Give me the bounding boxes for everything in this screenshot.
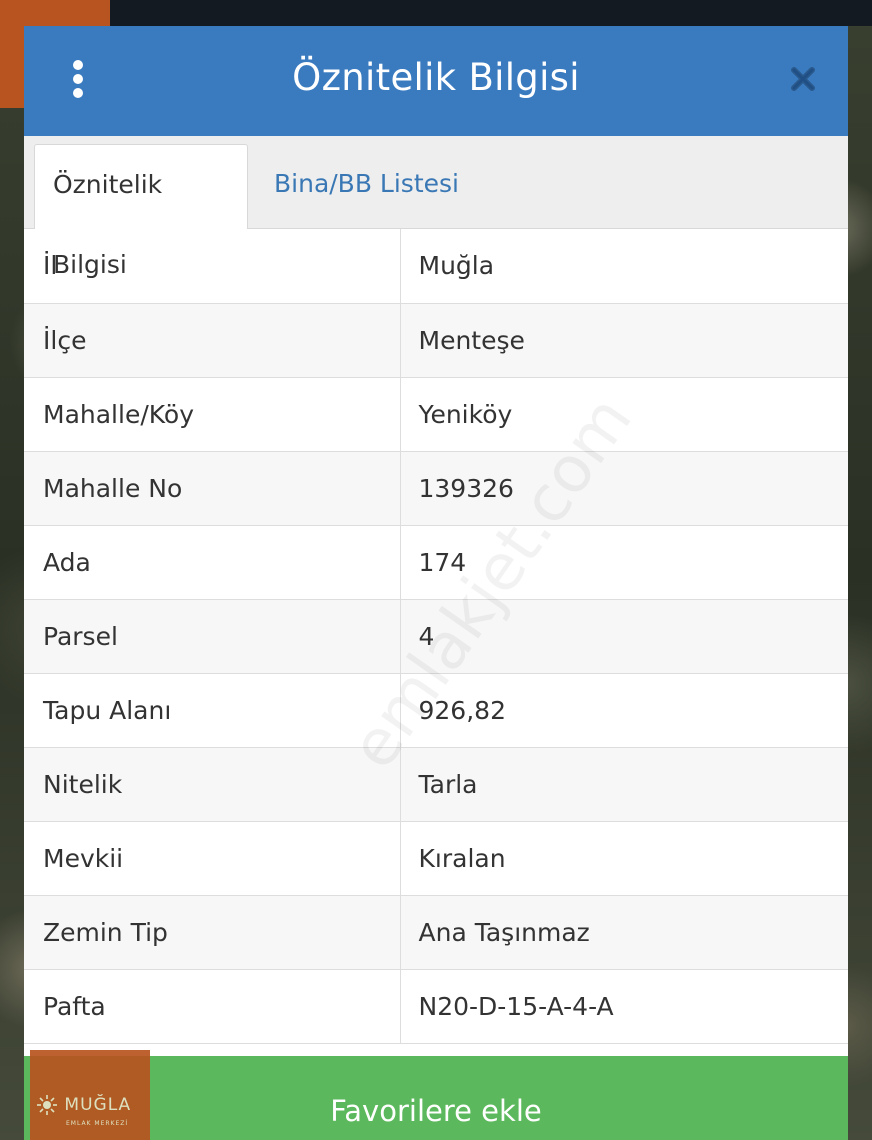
attribute-value: Ana Taşınmaz [400,895,848,970]
logo-subtitle: EMLAK MERKEZİ [66,1120,129,1127]
dialog-title: Öznitelik Bilgisi [292,56,580,99]
attribute-value: Menteşe [400,303,848,378]
attribute-value: Kıralan [400,821,848,896]
attribute-key: Nitelik [24,747,401,822]
sun-logo-icon [37,1095,57,1115]
table-row: Mahalle/Köy Yeniköy [24,377,848,452]
logo-name: MUĞLA [64,1095,132,1115]
table-row: Nitelik Tarla [24,747,848,822]
table-row: Mahalle No 139326 [24,451,848,526]
top-bar [0,0,872,26]
attribute-value: 174 [400,525,848,600]
attribute-value: 4 [400,599,848,674]
tab-attribute-info[interactable]: Öznitelik Bilgisi [34,144,248,279]
attribute-key: İlçe [24,303,401,378]
tab-building-list[interactable]: Bina/BB Listesi [256,144,477,228]
table-row: Ada 174 [24,525,848,600]
attribute-key: Zemin Tip [24,895,401,970]
table-row: Zemin Tip Ana Taşınmaz [24,895,848,970]
attribute-key: Ada [24,525,401,600]
attribute-key: Mahalle/Köy [24,377,401,452]
attribute-value: Muğla [400,229,848,304]
attribute-key: Pafta [24,969,401,1044]
tab-bar: Öznitelik Bilgisi Bina/BB Listesi [24,136,848,279]
attribute-value: 139326 [400,451,848,526]
table-row: Mevkii Kıralan [24,821,848,896]
attribute-key: Mevkii [24,821,401,896]
table-row: İl Muğla [24,229,848,304]
table-row: Parsel 4 [24,599,848,674]
agency-logo: MUĞLA EMLAK MERKEZİ [30,1050,150,1140]
attribute-value: N20-D-15-A-4-A [400,969,848,1044]
table-row: Tapu Alanı 926,82 [24,673,848,748]
table-row: Pafta N20-D-15-A-4-A [24,969,848,1044]
attribute-table: İl Muğla İlçe Menteşe Mahalle/Köy Yeniköy Maha… [24,229,848,1044]
attribute-value: Yeniköy [400,377,848,452]
attribute-key: Parsel [24,599,401,674]
attribute-key: Tapu Alanı [24,673,401,748]
dialog-header: Öznitelik Bilgisi [24,26,848,136]
attribute-value: 926,82 [400,673,848,748]
attribute-value: Tarla [400,747,848,822]
attribute-dialog: Öznitelik Bilgisi Öznitelik Bilgisi Bina… [24,26,848,1140]
attribute-key: Mahalle No [24,451,401,526]
close-icon[interactable] [788,64,818,94]
table-row: İlçe Menteşe [24,303,848,378]
